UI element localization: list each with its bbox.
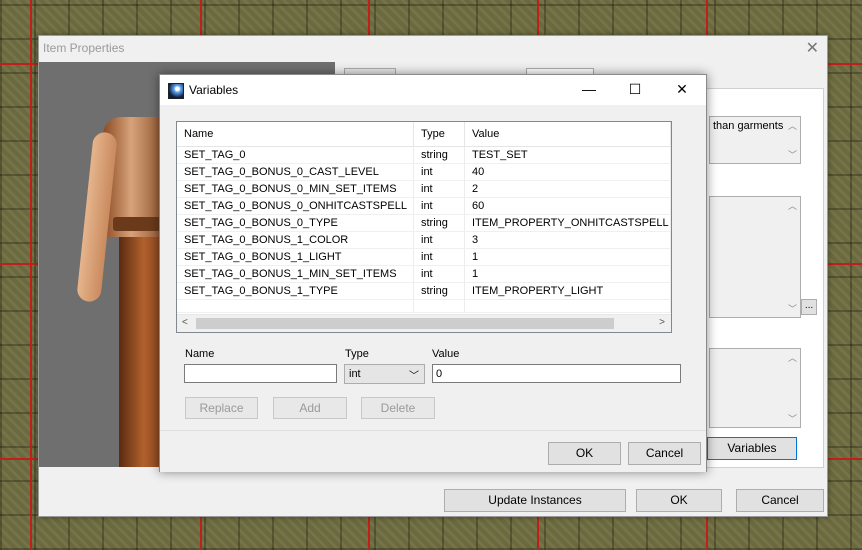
minimize-icon[interactable]: — [575, 79, 603, 99]
add-button[interactable]: Add [273, 397, 347, 419]
value-input[interactable] [432, 364, 681, 383]
chevron-down-icon: ﹀ [409, 371, 419, 382]
variables-dialog: Variables — ☐ ✕ Name Type Value SET_TAG_… [159, 74, 707, 472]
delete-button[interactable]: Delete [361, 397, 435, 419]
table-row[interactable]: SET_TAG_0_BONUS_1_TYPE string ITEM_PROPERT… [177, 282, 671, 300]
app-icon [168, 83, 184, 99]
table-row[interactable]: SET_TAG_0 string TEST_SET [177, 146, 671, 164]
ok-button[interactable]: OK [636, 489, 722, 512]
scrollbar[interactable]: ︿ ﹀ [785, 117, 800, 163]
dialog-title: Variables [189, 83, 239, 97]
column-header-value[interactable]: Value [464, 122, 671, 147]
dialog-footer: OK Cancel [160, 430, 706, 472]
variables-list[interactable]: Name Type Value SET_TAG_0 string TEST_SET … [176, 121, 672, 333]
close-icon[interactable]: ✕ [668, 79, 696, 99]
description-field[interactable]: than garments ︿ ﹀ [709, 116, 801, 164]
update-instances-button[interactable]: Update Instances [444, 489, 626, 512]
horizontal-scrollbar[interactable]: < > [177, 314, 671, 332]
table-row-empty [177, 299, 671, 313]
table-row[interactable]: SET_TAG_0_BONUS_0_CAST_LEVEL int 40 [177, 163, 671, 181]
ellipsis-button[interactable]: ... [801, 299, 817, 315]
table-row[interactable]: SET_TAG_0_BONUS_0_MIN_SET_ITEMS int 2 [177, 180, 671, 198]
value-label: Value [432, 348, 460, 360]
maximize-icon[interactable]: ☐ [621, 79, 649, 99]
text-area[interactable]: ︿ ﹀ [709, 196, 801, 318]
table-row[interactable]: SET_TAG_0_BONUS_1_MIN_SET_ITEMS int 1 [177, 265, 671, 283]
column-header-name[interactable]: Name [177, 122, 414, 147]
scroll-left-icon[interactable]: < [182, 317, 188, 328]
cancel-button[interactable]: Cancel [628, 442, 701, 465]
name-input[interactable] [184, 364, 337, 383]
close-icon[interactable]: ✕ [806, 38, 819, 58]
replace-button[interactable]: Replace [185, 397, 258, 419]
table-row[interactable]: SET_TAG_0_BONUS_0_ONHITCASTSPELL int 60 [177, 197, 671, 215]
scroll-right-icon[interactable]: > [659, 317, 665, 328]
type-select-value: int [349, 368, 361, 380]
scroll-thumb[interactable] [196, 318, 614, 329]
column-header-type[interactable]: Type [413, 122, 465, 147]
ok-button[interactable]: OK [548, 442, 621, 465]
table-row[interactable]: SET_TAG_0_BONUS_1_COLOR int 3 [177, 231, 671, 249]
variables-button[interactable]: Variables [707, 437, 797, 460]
type-select[interactable]: int ﹀ [344, 364, 425, 384]
window-title: Item Properties [43, 41, 125, 55]
title-bar[interactable]: Variables — ☐ ✕ [160, 75, 706, 105]
scrollbar[interactable]: ︿ ﹀ [785, 197, 800, 317]
comments-field[interactable]: ︿ ﹀ [709, 348, 801, 428]
cancel-button[interactable]: Cancel [736, 489, 824, 512]
type-label: Type [345, 348, 369, 360]
name-label: Name [185, 348, 215, 360]
table-row[interactable]: SET_TAG_0_BONUS_0_TYPE string ITEM_PROPERT… [177, 214, 671, 232]
table-row[interactable]: SET_TAG_0_BONUS_1_LIGHT int 1 [177, 248, 671, 266]
scrollbar[interactable]: ︿ ﹀ [785, 349, 800, 427]
